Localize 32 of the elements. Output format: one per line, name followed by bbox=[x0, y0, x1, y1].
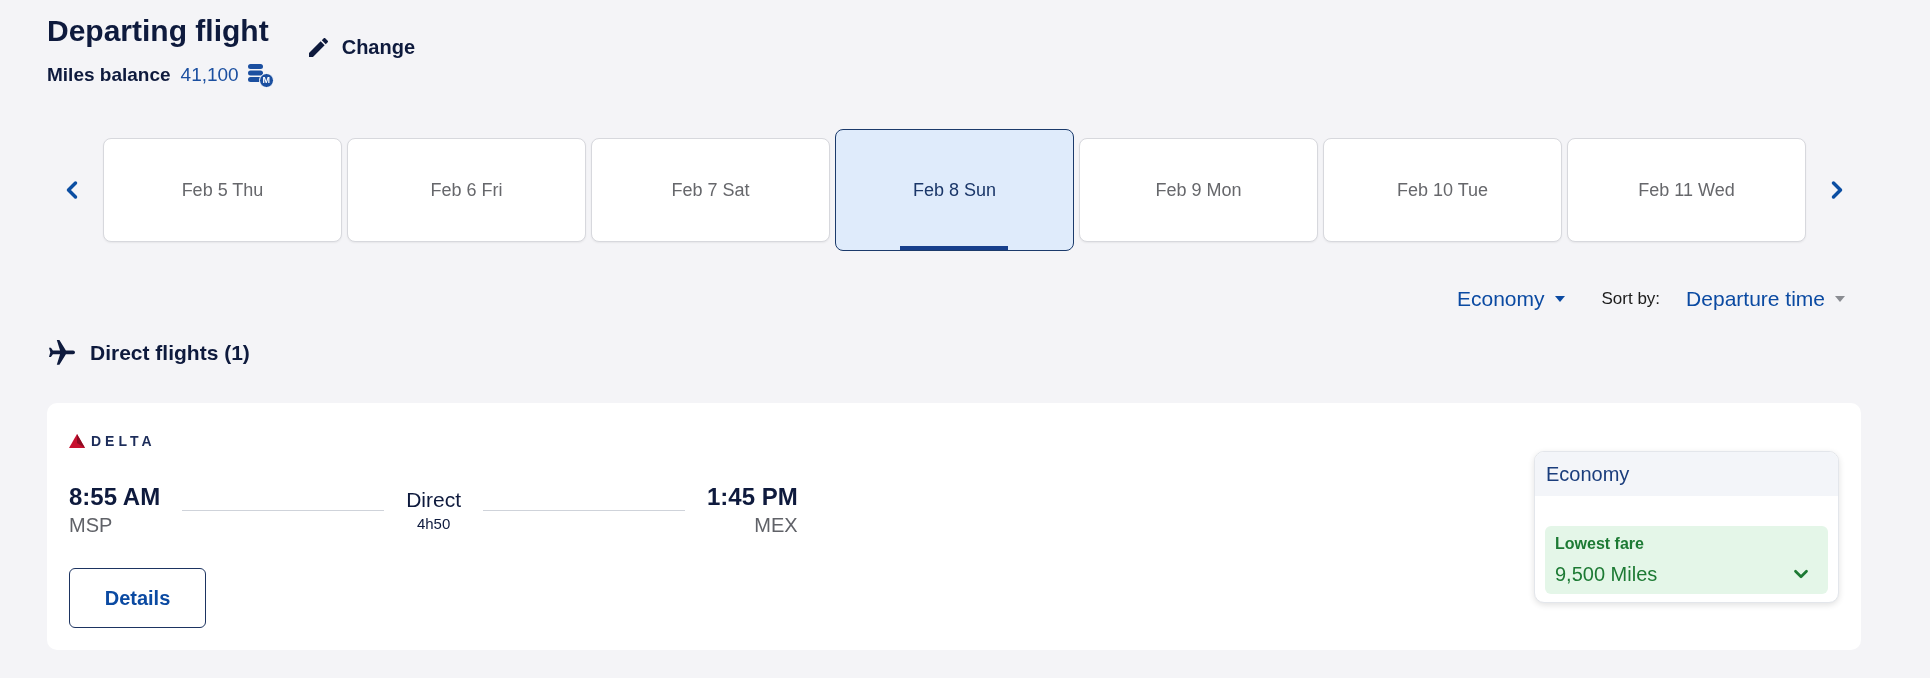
flight-duration: 4h50 bbox=[416, 514, 451, 534]
section-title: Direct flights (1) bbox=[90, 340, 250, 366]
fare-option-button[interactable]: Lowest fare 9,500 Miles bbox=[1545, 525, 1828, 594]
arrival-airport: MEX bbox=[754, 513, 798, 538]
date-tab[interactable]: Feb 5 Thu bbox=[103, 138, 342, 242]
date-tab[interactable]: Feb 10 Tue bbox=[1323, 138, 1562, 242]
stops-label: Direct bbox=[406, 487, 461, 513]
date-tab[interactable]: Feb 8 Sun bbox=[835, 129, 1074, 251]
airline-name: DELTA bbox=[91, 433, 156, 449]
change-button[interactable]: Change bbox=[308, 35, 416, 59]
departure-time: 8:55 AM bbox=[69, 482, 161, 512]
details-button[interactable]: Details bbox=[69, 568, 206, 628]
date-tab[interactable]: Feb 7 Sat bbox=[591, 138, 830, 242]
triangle-logo-icon bbox=[69, 434, 85, 448]
date-tab[interactable]: Feb 9 Mon bbox=[1079, 138, 1318, 242]
cabin-dropdown[interactable]: Economy bbox=[1456, 286, 1565, 312]
sort-label: Sort by: bbox=[1601, 288, 1661, 310]
caret-icon bbox=[1835, 296, 1845, 302]
arrival-time: 1:45 PM bbox=[707, 482, 798, 512]
airplane-icon bbox=[49, 340, 75, 366]
caret-icon bbox=[1554, 296, 1565, 302]
date-tab[interactable]: Feb 11 Wed bbox=[1567, 138, 1806, 242]
miles-balance-label: Miles balance bbox=[47, 63, 171, 87]
departure-airport: MSP bbox=[69, 513, 114, 538]
miles-balance-value: 41,100 bbox=[180, 63, 239, 87]
date-tab[interactable]: Feb 6 Fri bbox=[347, 138, 586, 242]
fare-badge-label: Lowest fare bbox=[1555, 533, 1645, 554]
fare-price: 9,500 Miles bbox=[1555, 561, 1658, 587]
fare-class-header: Economy bbox=[1535, 451, 1838, 496]
pencil-icon bbox=[308, 37, 328, 57]
page-title: Departing flight bbox=[47, 13, 270, 49]
sort-dropdown[interactable]: Departure time bbox=[1686, 286, 1845, 312]
